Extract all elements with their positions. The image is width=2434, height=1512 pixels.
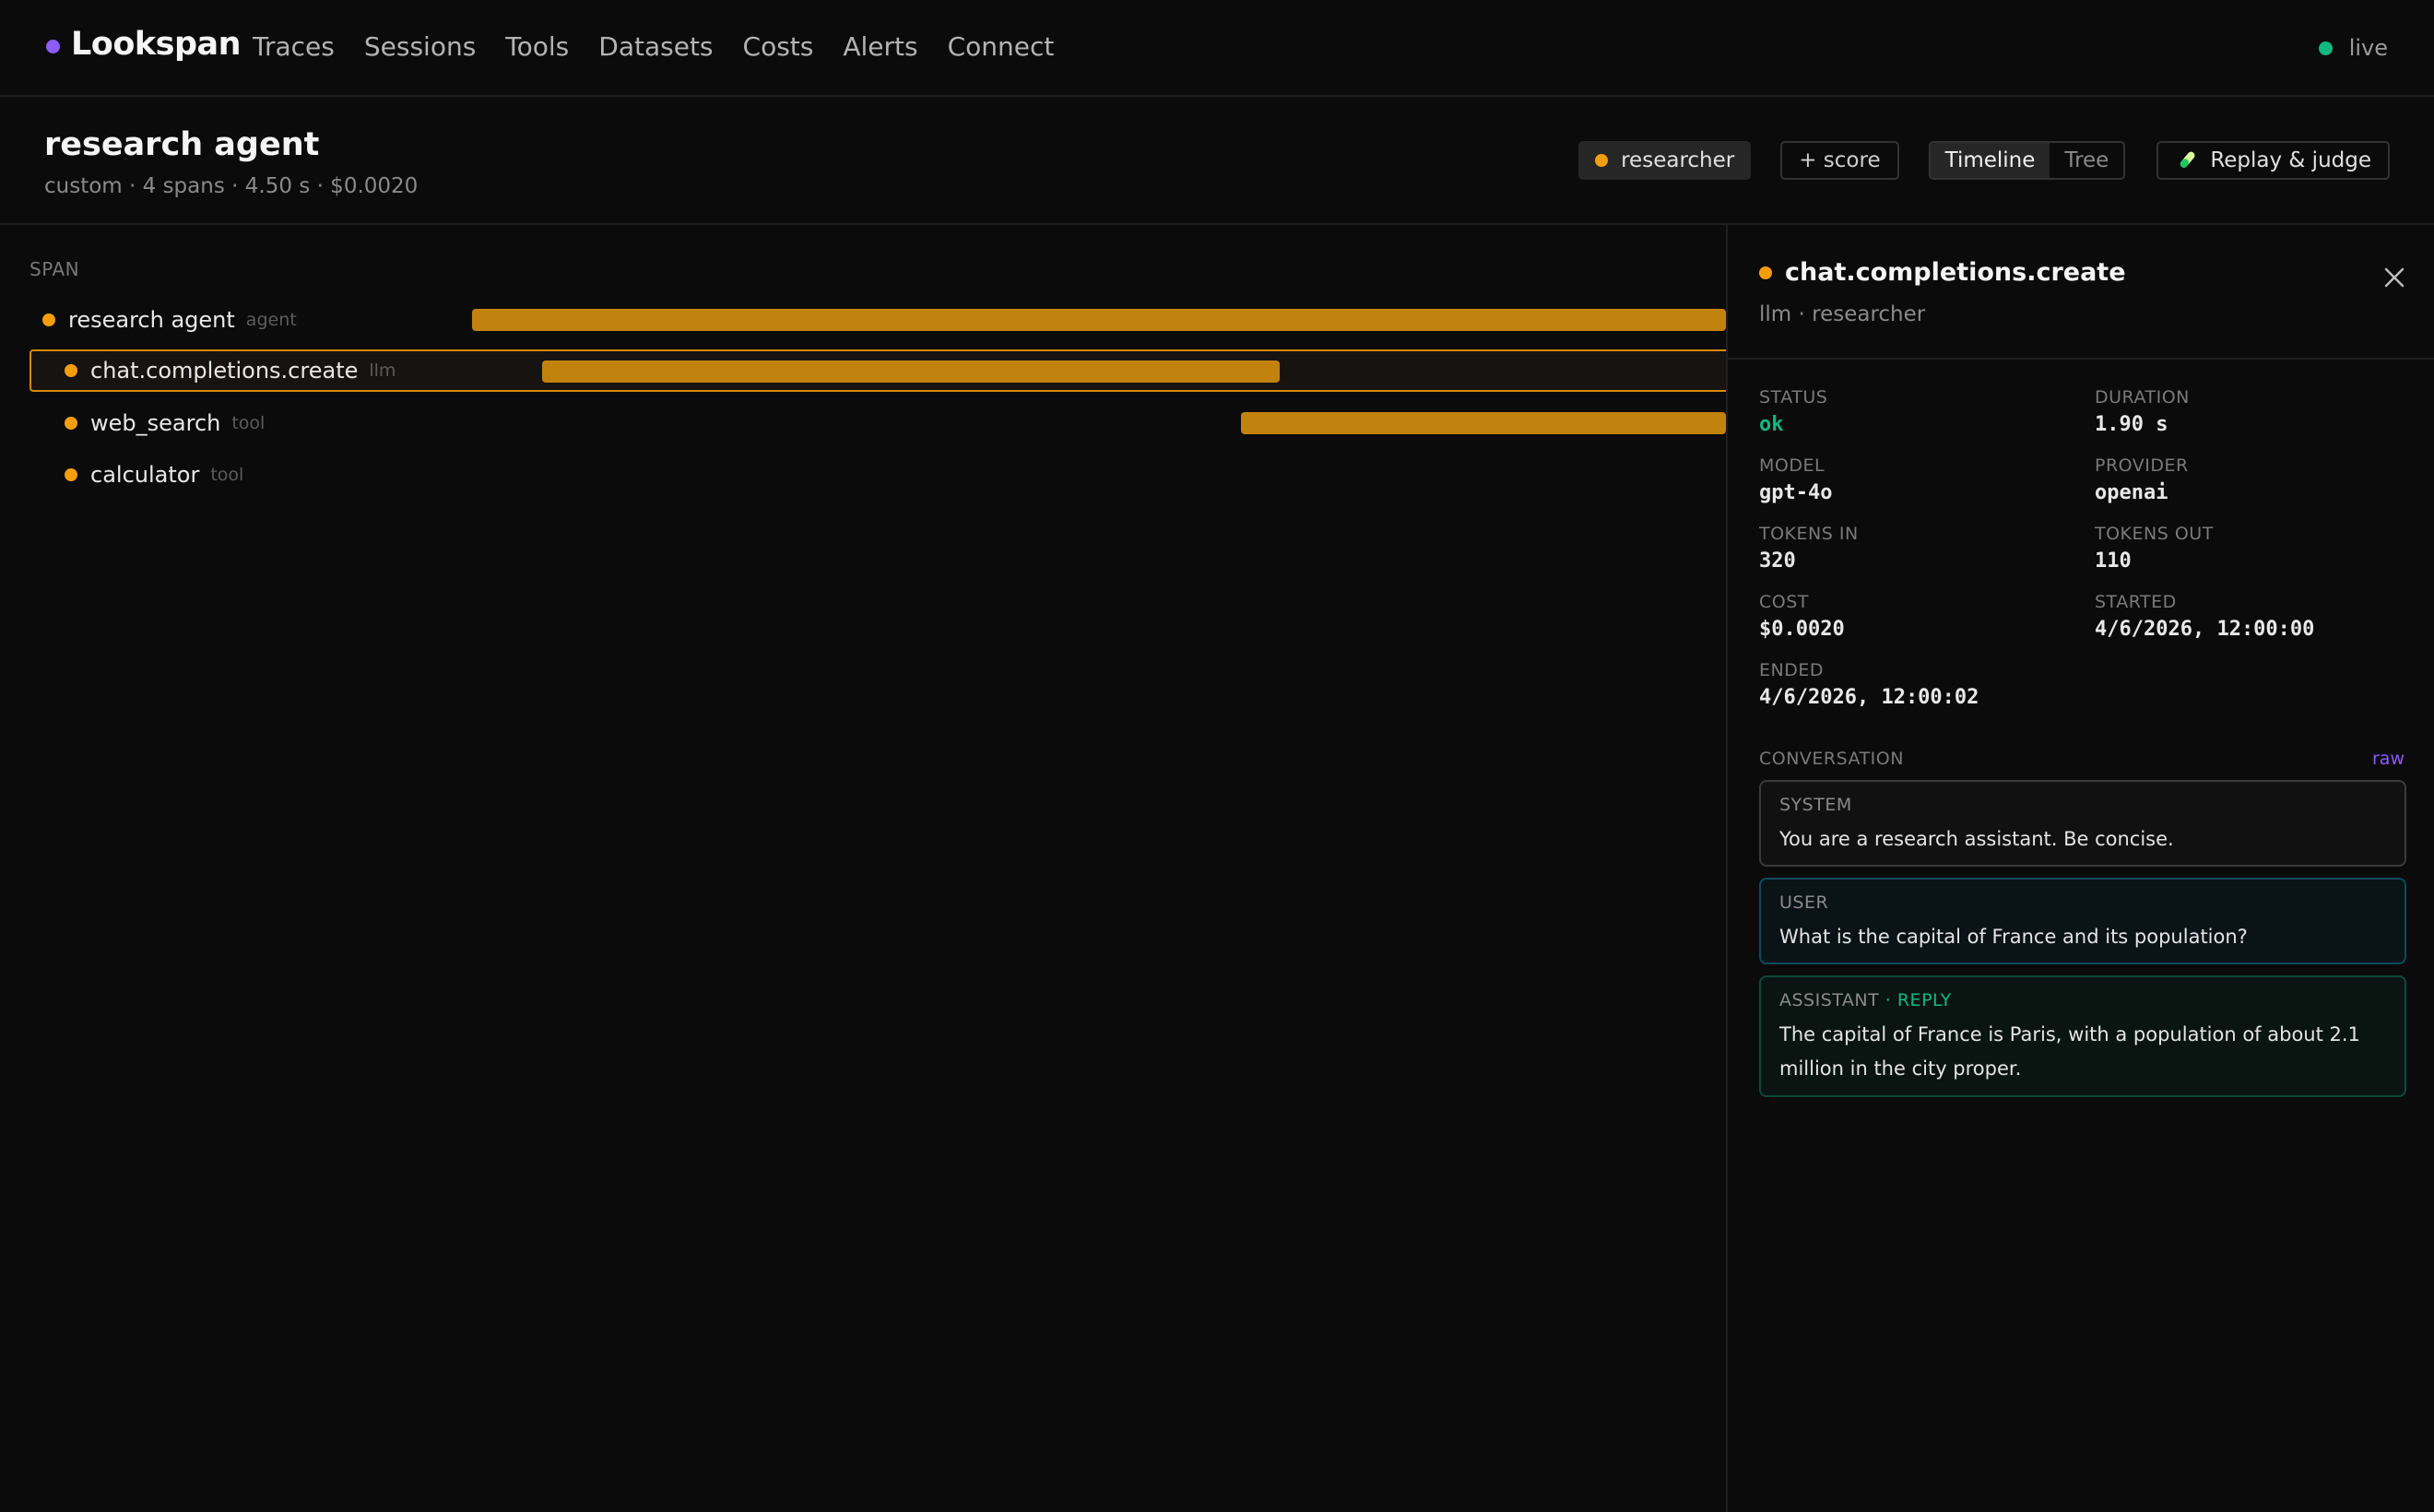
add-score-button[interactable]: + score bbox=[1780, 141, 1899, 180]
field-label: MODEL bbox=[1759, 455, 1826, 476]
field-label: TOKENS IN bbox=[1759, 524, 1859, 544]
span-row-calculator[interactable]: calculator tool bbox=[65, 454, 243, 496]
field-label: ENDED bbox=[1759, 660, 1824, 680]
field-tokens-out: TOKENS OUT 110 bbox=[2095, 524, 2408, 573]
cost-value: $0.0020 bbox=[1759, 618, 1845, 641]
field-label: STARTED bbox=[2095, 592, 2177, 612]
tag-label: researcher bbox=[1621, 148, 1735, 172]
message-assistant: ASSISTANT · REPLY The capital of France … bbox=[1759, 975, 2406, 1097]
started-value: 4/6/2026, 12:00:00 bbox=[2095, 618, 2315, 641]
span-detail-panel: chat.completions.create llm · researcher… bbox=[1726, 225, 2434, 1512]
span-column-header: SPAN bbox=[30, 258, 80, 280]
span-name: research agent bbox=[68, 307, 235, 333]
test-tube-icon bbox=[2180, 151, 2195, 168]
field-label: DURATION bbox=[2095, 387, 2190, 408]
span-name: chat.completions.create bbox=[90, 358, 359, 384]
live-dot-icon bbox=[2318, 41, 2333, 55]
close-icon[interactable] bbox=[2381, 264, 2408, 291]
nav-alerts[interactable]: Alerts bbox=[843, 31, 917, 62]
span-row-web-search[interactable]: web_search tool bbox=[65, 402, 265, 444]
span-name: calculator bbox=[90, 462, 200, 488]
nav-costs[interactable]: Costs bbox=[743, 31, 814, 62]
live-indicator: live bbox=[2318, 35, 2388, 61]
field-label: STATUS bbox=[1759, 387, 1828, 408]
span-status-dot-icon bbox=[1759, 266, 1772, 279]
message-text: What is the capital of France and its po… bbox=[1779, 926, 2248, 948]
detail-subtitle: llm · researcher bbox=[1759, 302, 1926, 326]
nav-datasets[interactable]: Datasets bbox=[598, 31, 713, 62]
provider-value: openai bbox=[2095, 481, 2168, 504]
field-ended: ENDED 4/6/2026, 12:00:02 bbox=[1759, 660, 2073, 709]
message-text: You are a research assistant. Be concise… bbox=[1779, 828, 2174, 850]
message-role-suffix: · REPLY bbox=[1885, 990, 1952, 1010]
replay-judge-button[interactable]: Replay & judge bbox=[2156, 141, 2390, 180]
model-value: gpt-4o bbox=[1759, 481, 1833, 504]
message-user: USER What is the capital of France and i… bbox=[1759, 878, 2406, 964]
span-status-dot-icon bbox=[65, 364, 77, 377]
trace-header: research agent custom · 4 spans · 4.50 s… bbox=[0, 97, 2434, 225]
message-role-name: ASSISTANT bbox=[1779, 990, 1880, 1010]
field-label: PROVIDER bbox=[2095, 455, 2189, 476]
span-status-dot-icon bbox=[65, 417, 77, 430]
field-cost: COST $0.0020 bbox=[1759, 592, 2073, 641]
message-role: USER bbox=[1779, 892, 1829, 913]
field-started: STARTED 4/6/2026, 12:00:00 bbox=[2095, 592, 2408, 641]
field-duration: DURATION 1.90 s bbox=[2095, 387, 2408, 436]
tokens-out-value: 110 bbox=[2095, 549, 2132, 573]
main-nav: Traces Sessions Tools Datasets Costs Ale… bbox=[253, 31, 1083, 62]
message-text: The capital of France is Paris, with a p… bbox=[1779, 1023, 2360, 1080]
replay-judge-label: Replay & judge bbox=[2210, 148, 2371, 172]
span-name: web_search bbox=[90, 410, 221, 436]
span-kind: llm bbox=[369, 360, 396, 381]
raw-link[interactable]: raw bbox=[2372, 749, 2404, 769]
brand-name: Lookspan bbox=[71, 26, 242, 63]
timeline-bar-chat-completions-create[interactable] bbox=[541, 360, 1280, 383]
message-role: SYSTEM bbox=[1779, 795, 1852, 815]
field-tokens-in: TOKENS IN 320 bbox=[1759, 524, 2073, 573]
tab-tree[interactable]: Tree bbox=[2050, 143, 2123, 178]
timeline-bar-research-agent[interactable] bbox=[472, 309, 1726, 331]
conversation-header: CONVERSATION raw bbox=[1759, 749, 2404, 769]
brand-dot-icon bbox=[46, 39, 60, 53]
brand[interactable]: Lookspan bbox=[46, 26, 242, 63]
tab-timeline[interactable]: Timeline bbox=[1930, 143, 2050, 178]
nav-connect[interactable]: Connect bbox=[948, 31, 1055, 62]
status-value: ok bbox=[1759, 413, 1784, 436]
timeline-panel: SPAN research agent agent chat.completio… bbox=[0, 225, 1744, 1512]
ended-value: 4/6/2026, 12:00:02 bbox=[1759, 686, 1979, 709]
conversation-label: CONVERSATION bbox=[1759, 749, 1904, 769]
message-role: ASSISTANT · REPLY bbox=[1779, 990, 2386, 1010]
timeline-bar-web-search[interactable] bbox=[1240, 412, 1726, 434]
tag-dot-icon bbox=[1595, 154, 1609, 167]
page-title: research agent bbox=[44, 126, 320, 163]
span-kind: tool bbox=[210, 465, 244, 485]
nav-tools[interactable]: Tools bbox=[505, 31, 569, 62]
field-model: MODEL gpt-4o bbox=[1759, 455, 2073, 504]
tag-chip[interactable]: researcher bbox=[1578, 141, 1752, 180]
message-system: SYSTEM You are a research assistant. Be … bbox=[1759, 780, 2406, 867]
detail-title: chat.completions.create bbox=[1785, 258, 2126, 287]
span-row-research-agent[interactable]: research agent agent bbox=[42, 299, 297, 341]
header-controls: researcher + score Timeline Tree Replay … bbox=[1578, 141, 2390, 180]
field-provider: PROVIDER openai bbox=[2095, 455, 2408, 504]
span-kind: agent bbox=[245, 310, 297, 330]
view-toggle: Timeline Tree bbox=[1928, 141, 2126, 180]
live-label: live bbox=[2348, 35, 2388, 61]
nav-sessions[interactable]: Sessions bbox=[364, 31, 476, 62]
field-label: TOKENS OUT bbox=[2095, 524, 2214, 544]
span-status-dot-icon bbox=[65, 468, 77, 481]
nav-traces[interactable]: Traces bbox=[253, 31, 335, 62]
field-label: COST bbox=[1759, 592, 1809, 612]
trace-meta: custom · 4 spans · 4.50 s · $0.0020 bbox=[44, 174, 419, 198]
detail-header: chat.completions.create llm · researcher bbox=[1728, 225, 2434, 360]
span-kind: tool bbox=[231, 413, 266, 433]
field-status: STATUS ok bbox=[1759, 387, 2073, 436]
tokens-in-value: 320 bbox=[1759, 549, 1796, 573]
top-nav: Lookspan Traces Sessions Tools Datasets … bbox=[0, 0, 2434, 97]
detail-title-row: chat.completions.create bbox=[1759, 258, 2126, 287]
duration-value: 1.90 s bbox=[2095, 413, 2168, 436]
span-status-dot-icon bbox=[42, 313, 55, 326]
